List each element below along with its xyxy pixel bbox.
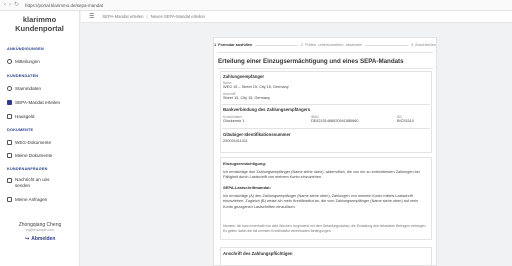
sidebar-item-label: SEPA-Mandat erteilen bbox=[15, 100, 61, 105]
step-number: 1 bbox=[214, 43, 217, 47]
sidebar-item-sepa-mandat[interactable]: SEPA-Mandat erteilen bbox=[7, 100, 60, 105]
sidebar-item-weg-dokumente[interactable]: WEG-Dokumente bbox=[7, 140, 51, 145]
creditor-id-title: Gläubiger-Identifikationsnummer bbox=[223, 132, 291, 137]
mandate-title-2: SEPA-Lastschriftmandat: bbox=[223, 185, 271, 190]
section-title-documents: DOKUMENTE bbox=[7, 128, 34, 132]
card-icon bbox=[7, 100, 12, 105]
brand-line-2: Kundenportal bbox=[15, 24, 64, 33]
brand-logo[interactable]: klarimmo Kundenportal bbox=[0, 15, 79, 33]
payer-box bbox=[220, 247, 432, 266]
sidebar: klarimmo Kundenportal ANKÜNDIGUNGEN Mitt… bbox=[0, 11, 80, 266]
divider bbox=[222, 104, 430, 105]
sidebar-item-nachricht[interactable]: Nachricht an uns senden bbox=[7, 177, 67, 188]
sidebar-item-hausgeld[interactable]: Hausgeld bbox=[7, 114, 34, 119]
browser-nav: ‹ › ↻ bbox=[4, 2, 19, 8]
logout-label: Abmelden bbox=[31, 236, 56, 242]
reload-icon[interactable]: ↻ bbox=[14, 2, 19, 8]
step-label: Abschließen bbox=[415, 43, 436, 47]
sidebar-item-label: WEG-Dokumente bbox=[15, 140, 51, 145]
payee-address-value: Street 15, City 15, Germany bbox=[223, 96, 271, 100]
mandate-text-2: Ich ermächtige (A) den Zahlungsempfänger… bbox=[223, 194, 419, 209]
sidebar-item-label: Meine Dokumente bbox=[15, 153, 53, 158]
step-divider bbox=[255, 44, 298, 46]
inbox-icon bbox=[7, 197, 12, 202]
breadcrumb-item: Neues SEPA-Mandat erteilen bbox=[150, 14, 205, 19]
user-icon bbox=[7, 86, 12, 91]
creditor-id-value: 200024411411 bbox=[223, 139, 248, 143]
payee-box bbox=[220, 71, 432, 153]
file-icon bbox=[7, 153, 12, 158]
step-label: Prüfen, unterschreiben, absenden bbox=[305, 43, 363, 47]
back-icon[interactable]: ‹ bbox=[4, 2, 6, 8]
step-label: Formular ausfüllen bbox=[218, 43, 253, 47]
bank-title: Bankverbindung des Zahlungsempfängers bbox=[223, 107, 311, 112]
step-number: 3 bbox=[410, 43, 414, 47]
step-3: 3 Abschließen bbox=[411, 43, 436, 47]
bank-holder-value: Glockendo 1 bbox=[223, 119, 245, 123]
logout-button[interactable]: ↪ Abmelden bbox=[25, 236, 55, 242]
bank-iban-value: DE42151468920941585660 bbox=[311, 119, 359, 123]
stepper: 1 Formular ausfüllen 2 Prüfen, unterschr… bbox=[214, 40, 436, 50]
step-1: 1 Formular ausfüllen bbox=[214, 43, 252, 47]
user-email: zq@example.com bbox=[25, 228, 55, 232]
logout-icon: ↪ bbox=[25, 236, 30, 242]
browser-url-bar: ‹ › ↻ https://portal.klarimmo.de/sepa-ma… bbox=[0, 0, 512, 11]
sidebar-item-label: Stammdaten bbox=[15, 86, 42, 91]
brand-line-1: klarimmo bbox=[22, 15, 57, 24]
user-info: Zhongqiang Cheng zq@example.com bbox=[0, 222, 80, 232]
forward-icon[interactable]: › bbox=[9, 2, 11, 8]
divider bbox=[218, 52, 433, 53]
sidebar-item-stammdaten[interactable]: Stammdaten bbox=[7, 86, 41, 91]
step-2: 2 Prüfen, unterschreiben, absenden bbox=[301, 43, 362, 47]
step-divider bbox=[365, 44, 408, 46]
breadcrumb-separator: | bbox=[146, 14, 148, 19]
menu-icon[interactable]: ☰ bbox=[89, 13, 94, 20]
section-title-requests: KUNDENANFRAGEN bbox=[7, 167, 48, 171]
mandate-text-1: Ich ermächtige den Zahlungsempfänger (Na… bbox=[223, 170, 420, 180]
section-title-announcements: ANKÜNDIGUNGEN bbox=[7, 47, 44, 51]
top-bar: ☰ SEPA-Mandat erteilen | Neues SEPA-Mand… bbox=[81, 11, 512, 23]
house-icon bbox=[7, 114, 12, 119]
bell-icon bbox=[7, 59, 12, 64]
page-title: Erteilung einer Einzugsermächtigung und … bbox=[218, 58, 404, 65]
mandate-title-1: Einzugsermächtigung: bbox=[223, 161, 267, 166]
payee-name-value: WEG 15 – Street 15, City 15, Germany bbox=[223, 85, 289, 89]
url-field[interactable]: https://portal.klarimmo.de/sepa-mandat bbox=[25, 3, 103, 8]
sidebar-item-label: Meine Anfragen bbox=[15, 197, 48, 202]
sidebar-item-mitteilungen[interactable]: Mitteilungen bbox=[7, 59, 40, 64]
section-title-customer-data: KUNDENDATEN bbox=[7, 74, 39, 78]
bank-bic-value: BIC51510 bbox=[397, 119, 414, 123]
breadcrumb-item[interactable]: SEPA-Mandat erteilen bbox=[102, 14, 143, 19]
payee-title: Zahlungsempfänger bbox=[223, 74, 265, 79]
divider bbox=[218, 68, 433, 69]
step-number: 2 bbox=[300, 43, 304, 47]
sidebar-item-meine-dokumente[interactable]: Meine Dokumente bbox=[7, 153, 52, 158]
mandate-note: Hinweis: Ich kann innerhalb von acht Woc… bbox=[223, 224, 427, 233]
mail-icon bbox=[7, 178, 12, 183]
divider bbox=[222, 128, 430, 129]
sidebar-item-meine-anfragen[interactable]: Meine Anfragen bbox=[7, 197, 47, 202]
payer-title: Anschrift des Zahlungspflichtigen bbox=[223, 251, 293, 256]
sidebar-item-label: Mitteilungen bbox=[15, 59, 40, 64]
folder-icon bbox=[7, 140, 12, 145]
sidebar-item-label: Nachricht an uns senden bbox=[15, 177, 50, 188]
sidebar-item-label: Hausgeld bbox=[15, 114, 35, 119]
